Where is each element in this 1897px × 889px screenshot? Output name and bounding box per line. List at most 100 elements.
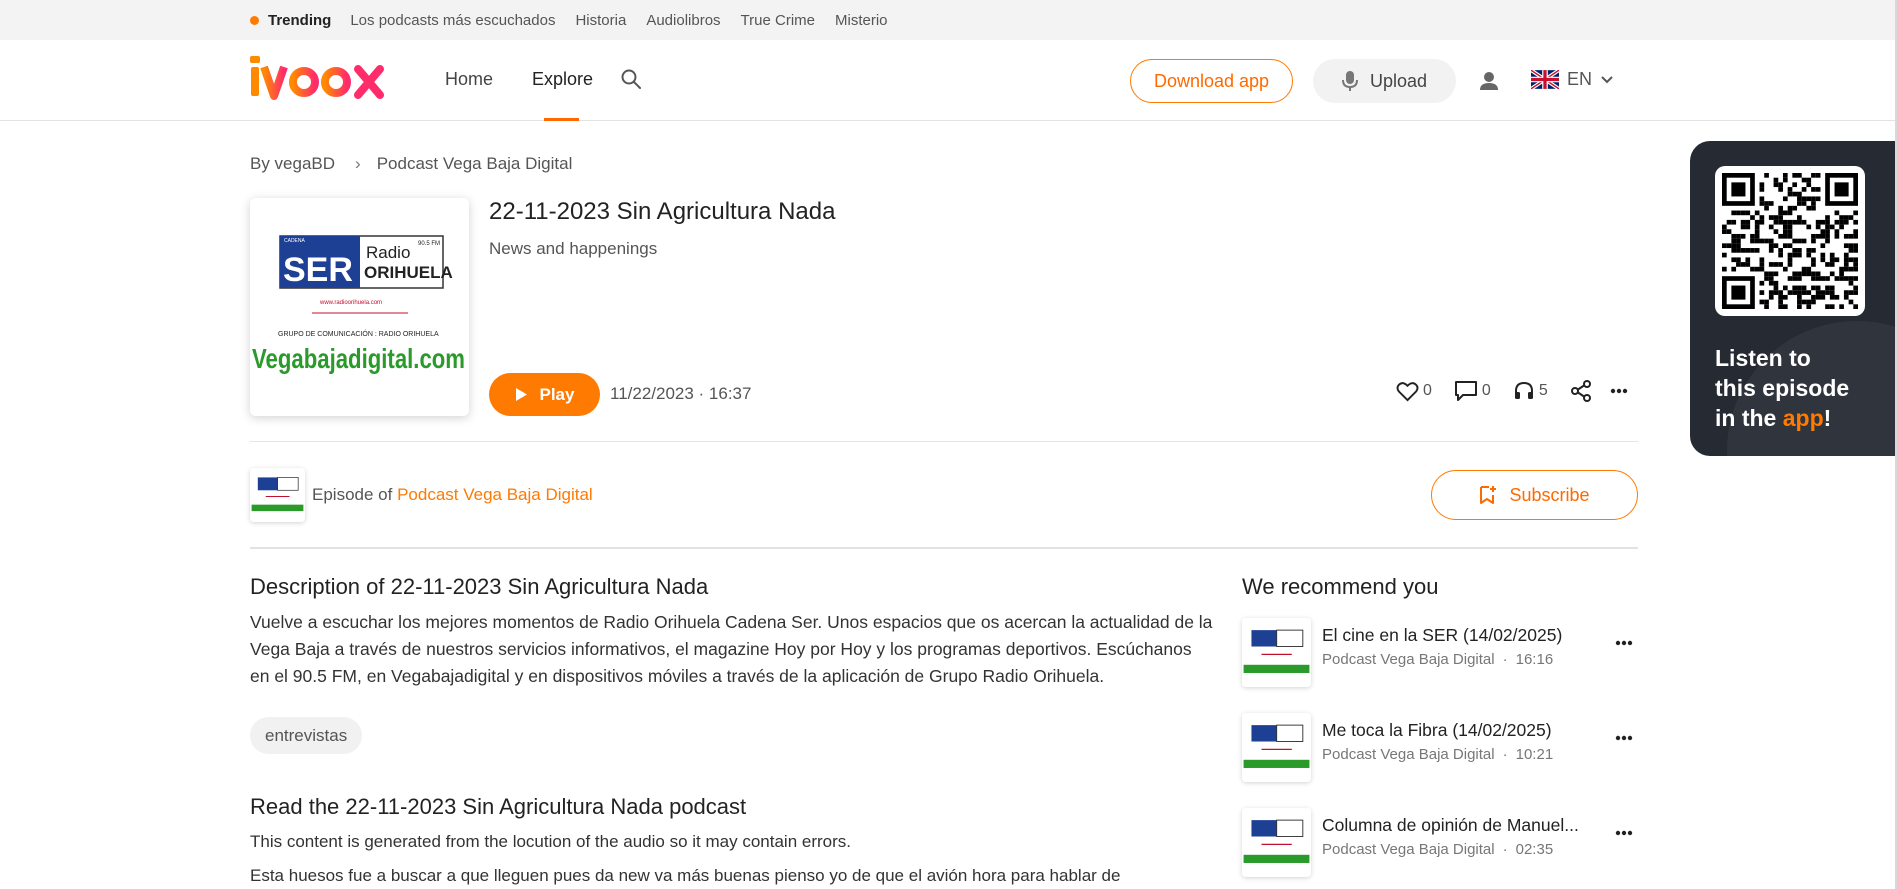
nav-explore[interactable]: Explore bbox=[532, 69, 593, 90]
promo-line-3-prefix: in the bbox=[1715, 405, 1783, 431]
trending-link[interactable]: Historia bbox=[575, 12, 626, 29]
bookmark-add-icon bbox=[1480, 486, 1497, 504]
divider bbox=[250, 441, 1638, 442]
nav-active-indicator bbox=[544, 118, 579, 121]
recommendation-meta: Podcast Vega Baja Digital · 16:16 bbox=[1322, 651, 1554, 668]
svg-text:CADENA: CADENA bbox=[284, 238, 306, 244]
promo-line-3-suffix: ! bbox=[1823, 405, 1832, 431]
svg-text:90.5 FM: 90.5 FM bbox=[418, 241, 440, 247]
recommendation-duration: 16:16 bbox=[1515, 651, 1554, 668]
comments-button[interactable]: 0 bbox=[1454, 380, 1491, 402]
share-icon[interactable] bbox=[1570, 380, 1592, 402]
promo-line-3: in the app! bbox=[1715, 403, 1885, 433]
transcript-body: Esta huesos fue a buscar a que lleguen p… bbox=[250, 866, 1121, 885]
trending-link[interactable]: Los podcasts más escuchados bbox=[350, 12, 555, 29]
qr-code bbox=[1715, 166, 1865, 316]
microphone-icon bbox=[1341, 71, 1358, 91]
episode-stats: 0 0 5 bbox=[1396, 380, 1628, 402]
svg-text:www.radioorihuela.com: www.radioorihuela.com bbox=[319, 300, 382, 306]
trending-label: Trending bbox=[268, 11, 332, 29]
promo-app-word: app bbox=[1782, 405, 1824, 431]
recommendation-thumbnail bbox=[1242, 713, 1311, 782]
trending-dot-icon bbox=[250, 15, 259, 25]
divider bbox=[250, 547, 1638, 549]
recommendations-title: We recommend you bbox=[1242, 574, 1439, 599]
site-header: Home Explore Download app Upload EN bbox=[0, 40, 1897, 121]
like-button[interactable]: 0 bbox=[1396, 381, 1432, 402]
recommendation-podcast[interactable]: Podcast Vega Baja Digital bbox=[1322, 841, 1495, 858]
heart-icon bbox=[1396, 381, 1419, 401]
more-options-icon[interactable] bbox=[1615, 735, 1633, 741]
breadcrumb-author[interactable]: By vegaBD bbox=[250, 154, 335, 174]
recommendation-duration: 10:21 bbox=[1515, 746, 1554, 763]
tag-chip[interactable]: entrevistas bbox=[250, 717, 363, 754]
svg-text:ORIHUELA: ORIHUELA bbox=[364, 263, 453, 282]
play-button[interactable]: Play bbox=[489, 373, 600, 416]
podcast-logo bbox=[250, 468, 305, 522]
recommendation-item[interactable]: Columna de opinión de Manuel... Podcast … bbox=[1242, 808, 1642, 878]
recommendation-name[interactable]: Me toca la Fibra (14/02/2025) bbox=[1322, 720, 1592, 741]
breadcrumb-podcast[interactable]: Podcast Vega Baja Digital bbox=[377, 154, 573, 174]
upload-label: Upload bbox=[1369, 70, 1428, 91]
episode-of-label: Episode of bbox=[312, 485, 393, 504]
recommendation-meta: Podcast Vega Baja Digital · 02:35 bbox=[1322, 841, 1554, 858]
recommendation-podcast[interactable]: Podcast Vega Baja Digital bbox=[1322, 746, 1495, 763]
description-title: Description of 22-11-2023 Sin Agricultur… bbox=[250, 574, 709, 599]
more-options-icon[interactable] bbox=[1610, 388, 1628, 394]
podcast-logo bbox=[1242, 713, 1311, 782]
podcast-thumbnail[interactable] bbox=[250, 468, 305, 522]
recommendation-item[interactable]: El cine en la SER (14/02/2025) Podcast V… bbox=[1242, 618, 1642, 688]
likes-count: 0 bbox=[1423, 382, 1432, 399]
recommendation-name[interactable]: El cine en la SER (14/02/2025) bbox=[1322, 625, 1592, 646]
download-app-button[interactable]: Download app bbox=[1130, 59, 1293, 103]
trending-link[interactable]: Audiolibros bbox=[646, 12, 720, 29]
podcast-logo bbox=[1242, 808, 1311, 877]
recommendation-item[interactable]: Me toca la Fibra (14/02/2025) Podcast Ve… bbox=[1242, 713, 1642, 783]
episode-of-text: Episode of Podcast Vega Baja Digital bbox=[312, 485, 593, 505]
subscribe-label: Subscribe bbox=[1509, 484, 1590, 505]
upload-button[interactable]: Upload bbox=[1313, 59, 1456, 103]
comment-icon bbox=[1454, 381, 1477, 401]
language-selector[interactable]: EN bbox=[1531, 69, 1614, 90]
trending-link[interactable]: Misterio bbox=[835, 12, 888, 29]
more-options-icon[interactable] bbox=[1615, 640, 1633, 646]
play-label: Play bbox=[539, 384, 575, 404]
chevron-down-icon bbox=[1601, 75, 1613, 83]
episode-category[interactable]: News and happenings bbox=[489, 239, 657, 259]
promo-text: Listen to this episode in the app! bbox=[1715, 343, 1885, 433]
more-options-icon[interactable] bbox=[1615, 830, 1633, 836]
recommendation-podcast[interactable]: Podcast Vega Baja Digital bbox=[1322, 651, 1495, 668]
transcript-title: Read the 22-11-2023 Sin Agricultura Nada… bbox=[250, 794, 747, 819]
recommendation-thumbnail bbox=[1242, 808, 1311, 877]
transcript-note: This content is generated from the locut… bbox=[250, 832, 851, 851]
promo-line-2: this episode bbox=[1715, 375, 1850, 401]
headphones-icon bbox=[1514, 381, 1533, 399]
subscribe-button[interactable]: Subscribe bbox=[1431, 470, 1638, 520]
app-promo-panel[interactable]: Listen to this episode in the app! bbox=[1690, 141, 1897, 456]
episode-cover: CADENA SER Radio ORIHUELA 90.5 FM www.ra… bbox=[250, 198, 469, 416]
nav-home[interactable]: Home bbox=[445, 69, 493, 90]
recommendation-name[interactable]: Columna de opinión de Manuel... bbox=[1322, 815, 1592, 836]
recommendation-meta: Podcast Vega Baja Digital · 10:21 bbox=[1322, 746, 1554, 763]
qr-code-icon bbox=[1722, 173, 1858, 309]
uk-flag-icon bbox=[1531, 70, 1559, 89]
description-text: Vuelve a escuchar los mejores momentos d… bbox=[250, 612, 1213, 686]
search-icon[interactable] bbox=[620, 68, 642, 90]
episode-date: 11/22/2023 · 16:37 bbox=[610, 384, 752, 403]
svg-text:GRUPO DE COMUNICACIÓN : RADIO: GRUPO DE COMUNICACIÓN : RADIO ORIHUELA bbox=[278, 329, 439, 338]
trending-link[interactable]: True Crime bbox=[741, 12, 815, 29]
listens-stat: 5 bbox=[1513, 381, 1548, 401]
comments-count: 0 bbox=[1481, 382, 1491, 399]
svg-text:Vegabajadigital.com: Vegabajadigital.com bbox=[252, 343, 465, 374]
trending-list: Trending Los podcasts más escuchados His… bbox=[250, 0, 908, 40]
svg-text:Radio: Radio bbox=[366, 243, 410, 262]
chevron-right-icon: › bbox=[355, 154, 361, 173]
ivoox-logo[interactable] bbox=[250, 56, 406, 100]
user-icon[interactable] bbox=[1478, 70, 1500, 92]
listens-count: 5 bbox=[1538, 382, 1548, 399]
episode-title: 22-11-2023 Sin Agricultura Nada bbox=[489, 198, 836, 225]
podcast-link[interactable]: Podcast Vega Baja Digital bbox=[397, 485, 593, 504]
recommendation-thumbnail bbox=[1242, 618, 1311, 687]
play-icon bbox=[515, 388, 527, 401]
radio-orihuela-logo: CADENA SER Radio ORIHUELA 90.5 FM www.ra… bbox=[250, 198, 469, 416]
